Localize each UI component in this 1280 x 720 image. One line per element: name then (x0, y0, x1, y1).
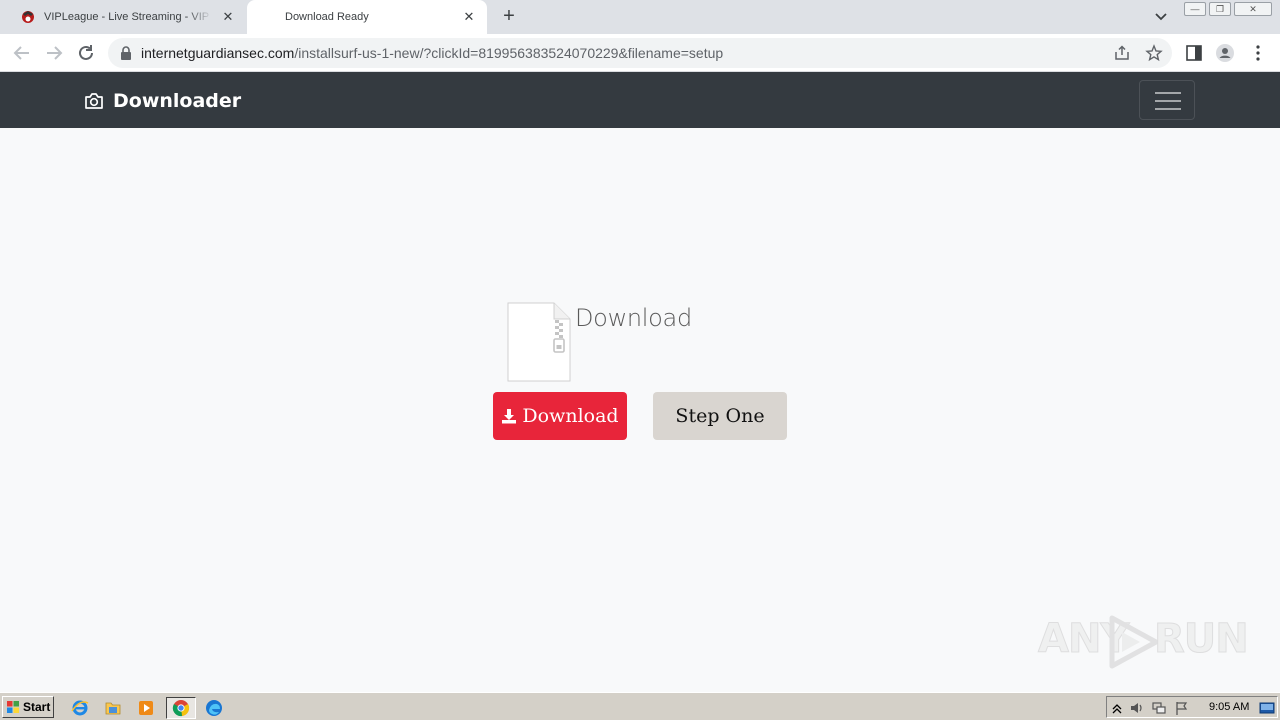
media-player-taskbar-button[interactable] (134, 697, 158, 719)
tab-title: Download Ready (285, 11, 369, 23)
restore-icon[interactable]: ❐ (1209, 2, 1231, 16)
url-host: internetguardiansec.com (141, 45, 295, 61)
reload-icon[interactable] (74, 41, 98, 65)
minimize-icon[interactable]: — (1184, 2, 1206, 16)
tab-title: VIPLeague - Live Streaming - VIP Sports (44, 11, 212, 23)
watermark-right-text: RUN (1154, 616, 1250, 663)
menu-dots-icon[interactable] (1248, 43, 1268, 63)
blank-favicon-icon (261, 9, 277, 25)
download-button-label: Download (522, 405, 619, 427)
download-arrow-icon (502, 409, 517, 424)
hamburger-line (1155, 108, 1181, 110)
hamburger-line (1155, 92, 1181, 94)
brand-text: Downloader (113, 90, 242, 112)
camera-icon (85, 93, 103, 109)
chrome-icon (172, 700, 190, 717)
close-tab-icon[interactable]: ✕ (461, 9, 477, 25)
site-brand[interactable]: Downloader (84, 90, 241, 112)
action-center-flag-icon[interactable] (1173, 700, 1189, 716)
edge-taskbar-button[interactable] (202, 697, 226, 719)
step-one-button[interactable]: Step One (653, 392, 787, 440)
chrome-taskbar-button[interactable] (166, 697, 196, 719)
windows-flag-icon (7, 701, 19, 713)
start-label: Start (23, 700, 51, 714)
ie-taskbar-button[interactable] (68, 697, 92, 719)
share-icon[interactable] (1113, 44, 1131, 62)
media-player-icon (139, 701, 153, 715)
close-tab-icon[interactable]: ✕ (220, 9, 236, 25)
file-heading: Download (575, 304, 692, 332)
step-one-button-label: Step One (675, 405, 765, 427)
anyrun-watermark: ANY RUN (1037, 610, 1249, 674)
tab-download-ready[interactable]: Download Ready ✕ (247, 0, 487, 34)
zip-file-icon (507, 302, 571, 382)
windows-taskbar: Start 9:05 AM (0, 692, 1280, 720)
forward-arrow-icon[interactable] (42, 41, 66, 65)
site-navbar: Downloader (0, 72, 1280, 128)
network-icon[interactable] (1151, 700, 1167, 716)
web-page: Downloader Download Download Step One AN… (0, 72, 1280, 692)
hamburger-line (1155, 100, 1181, 102)
volume-icon[interactable] (1129, 700, 1145, 716)
tab-search-chevron-icon[interactable] (1151, 8, 1171, 26)
profile-avatar-icon[interactable] (1215, 43, 1235, 63)
ie-icon (71, 700, 89, 716)
url-path: /installsurf-us-1-new/?clickId=819956383… (294, 45, 724, 61)
clock[interactable]: 9:05 AM (1209, 701, 1249, 713)
download-button[interactable]: Download (493, 392, 627, 440)
address-bar[interactable]: internetguardiansec.com/installsurf-us-1… (108, 38, 1172, 68)
back-arrow-icon[interactable] (10, 41, 34, 65)
close-window-icon[interactable]: ✕ (1234, 2, 1272, 16)
tray-expand-icon[interactable] (1109, 700, 1125, 716)
browser-toolbar: internetguardiansec.com/installsurf-us-1… (0, 34, 1280, 72)
edge-icon (206, 700, 222, 716)
tab-vipleague[interactable]: VIPLeague - Live Streaming - VIP Sports … (10, 0, 246, 34)
explorer-icon (105, 702, 121, 715)
new-tab-button[interactable]: + (498, 6, 520, 28)
explorer-taskbar-button[interactable] (101, 697, 125, 719)
system-tray: 9:05 AM (1106, 696, 1278, 718)
url-text[interactable]: internetguardiansec.com/installsurf-us-1… (141, 45, 723, 61)
bookmark-star-icon[interactable] (1145, 44, 1163, 62)
lock-icon[interactable] (120, 46, 132, 60)
start-button[interactable]: Start (2, 696, 54, 718)
tab-strip: VIPLeague - Live Streaming - VIP Sports … (0, 0, 1280, 34)
vipleague-favicon-icon (22, 11, 34, 23)
show-desktop-icon[interactable] (1259, 700, 1275, 716)
navbar-toggler-button[interactable] (1139, 80, 1195, 120)
side-panel-icon[interactable] (1184, 43, 1204, 63)
